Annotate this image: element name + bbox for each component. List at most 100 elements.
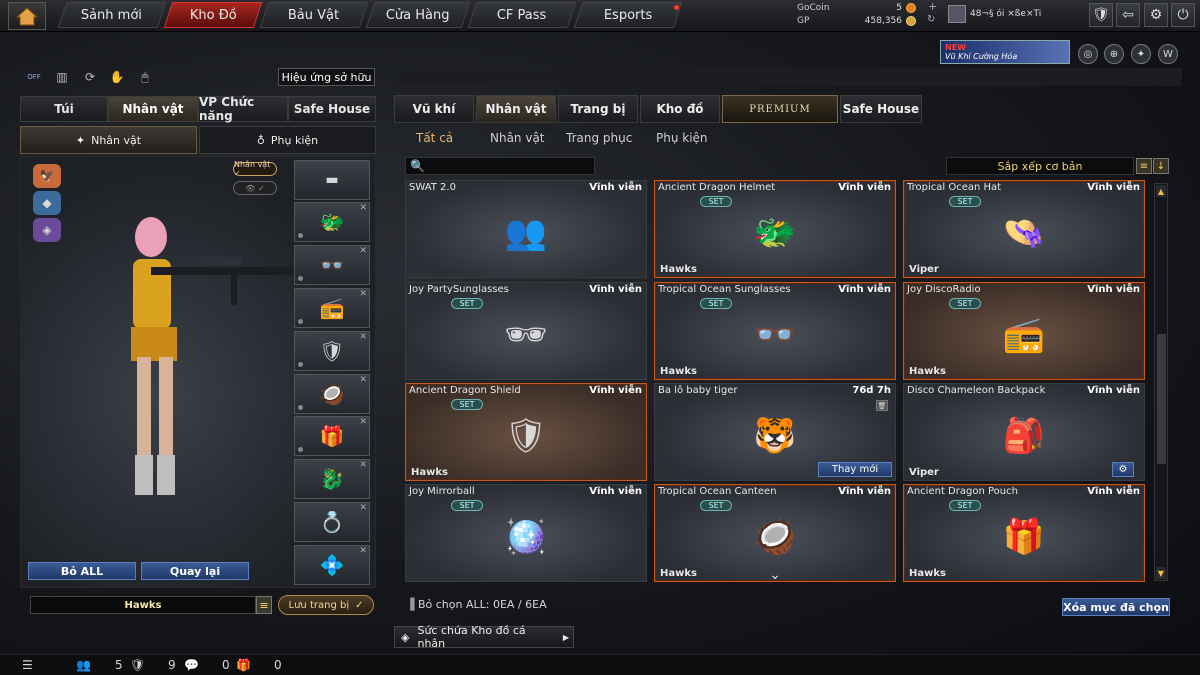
scroll-thumb[interactable]: [1157, 334, 1166, 464]
scroll-down-icon[interactable]: ▼: [1156, 567, 1166, 579]
sort-direction-icon[interactable]: ↓: [1153, 158, 1169, 174]
shield-icon[interactable]: 🛡: [1089, 3, 1113, 27]
nav-tab-cua-hang[interactable]: Cửa Hàng: [365, 2, 471, 28]
visibility-toggle[interactable]: 👁 ✓: [233, 181, 277, 195]
wings-icon[interactable]: W: [1158, 44, 1178, 64]
mouse-icon[interactable]: 🖱: [135, 68, 155, 86]
star-icon[interactable]: ✦: [1131, 44, 1151, 64]
chevron-down-icon[interactable]: ⌄: [769, 567, 781, 581]
off-toggle-icon[interactable]: OFF: [24, 68, 44, 86]
equip-slot[interactable]: ✕ 💍: [294, 502, 370, 542]
right-subtab-tat-ca[interactable]: Tất cả: [416, 130, 453, 146]
close-icon[interactable]: ✕: [359, 332, 367, 342]
close-icon[interactable]: ✕: [359, 375, 367, 385]
left-tab-vp-chuc-nang[interactable]: VP Chức năng: [198, 95, 288, 123]
left-subtab-nhan-vat[interactable]: ✦ Nhân vật: [20, 126, 197, 154]
equip-slot[interactable]: ✕ 🎁: [294, 416, 370, 456]
nav-tab-bau-vat[interactable]: Bảu Vật: [259, 2, 369, 28]
clan-icon[interactable]: ◎: [1078, 44, 1098, 64]
search-input[interactable]: 🔍: [405, 157, 595, 175]
rotate-icon[interactable]: ⟳: [80, 68, 100, 86]
left-subtab-phu-kien[interactable]: ♁ Phụ kiện: [199, 126, 376, 154]
home-button[interactable]: [8, 2, 46, 30]
nav-tab-kho-do[interactable]: Kho Đồ: [163, 2, 263, 28]
right-tab-vu-khi[interactable]: Vũ khí: [394, 95, 474, 123]
right-tab-premium[interactable]: PREMIUM: [722, 95, 838, 123]
equip-slot[interactable]: ✕ 🐲: [294, 202, 370, 242]
close-icon[interactable]: ✕: [359, 289, 367, 299]
stats-icon[interactable]: ▥: [52, 68, 72, 86]
nav-tab-esports[interactable]: Esports: [573, 2, 683, 28]
item-card[interactable]: Tropical Ocean Sunglasses Vĩnh viễn SET 👓 Ha…: [654, 282, 896, 380]
item-card[interactable]: Joy PartySunglasses Vĩnh viễn SET 🕶: [405, 282, 647, 380]
gear-icon[interactable]: ⚙: [1112, 462, 1134, 477]
reset-all-button[interactable]: Bỏ ALL: [28, 562, 136, 580]
preset-menu-icon[interactable]: ≡: [256, 596, 272, 614]
equip-slot[interactable]: ✕ 🥥: [294, 374, 370, 414]
nav-tab-sanh-moi[interactable]: Sảnh mới: [57, 2, 167, 28]
close-icon[interactable]: ✕: [359, 417, 367, 427]
item-scrollbar[interactable]: ▲ ▼: [1154, 183, 1168, 581]
add-gocoin-icon[interactable]: +: [928, 0, 937, 13]
right-tab-kho-do[interactable]: Kho đồ: [640, 95, 720, 123]
right-tab-nhan-vat[interactable]: Nhân vật: [476, 95, 556, 123]
promo-banner[interactable]: NEW Vũ Khí Cường Hóa: [940, 40, 1070, 64]
item-card[interactable]: Disco Chameleon Backpack Vĩnh viễn 🎒 Viper ⚙: [903, 383, 1145, 481]
equip-slot[interactable]: ✕ 👓: [294, 245, 370, 285]
equip-slot[interactable]: ✕ 🐉: [294, 459, 370, 499]
item-card[interactable]: Joy DiscoRadio Vĩnh viễn SET 📻 Hawks: [903, 282, 1145, 380]
left-tab-safe-house[interactable]: Safe House: [288, 96, 376, 122]
chat-icon[interactable]: 💬: [184, 657, 199, 672]
effect-button[interactable]: Hiệu ứng sở hữu: [278, 68, 375, 86]
clear-selected-button[interactable]: Xóa mục đã chọn: [1062, 598, 1170, 616]
item-card[interactable]: Tropical Ocean Canteen Vĩnh viễn SET 🥥 Hawks…: [654, 484, 896, 582]
back-button[interactable]: Quay lại: [141, 562, 249, 580]
blue-team-icon[interactable]: ◆: [33, 191, 61, 215]
item-card[interactable]: Ancient Dragon Shield Vĩnh viễn SET 🛡 Hawks: [405, 383, 647, 481]
close-icon[interactable]: ✕: [359, 203, 367, 213]
nav-tab-cf-pass[interactable]: CF Pass: [467, 2, 577, 28]
equip-slot[interactable]: ✕ 📻: [294, 288, 370, 328]
menu-list-icon[interactable]: ☰: [22, 657, 33, 672]
right-subtab-nhan-vat[interactable]: Nhân vật: [490, 130, 545, 146]
item-card[interactable]: SWAT 2.0 Vĩnh viễn 👥: [405, 180, 647, 278]
item-card[interactable]: Ancient Dragon Pouch Vĩnh viễn SET 🎁 Hawks: [903, 484, 1145, 582]
character-badge[interactable]: Nhân vật ✓: [233, 160, 277, 178]
renew-button[interactable]: Thay mới: [818, 462, 892, 477]
pose-icon[interactable]: ✋: [107, 68, 127, 86]
friends-icon[interactable]: 👥: [76, 657, 91, 672]
preset-name-field[interactable]: Hawks: [30, 596, 256, 614]
gift-icon[interactable]: 🎁: [236, 657, 251, 672]
left-tab-nhan-vat[interactable]: Nhân vật: [108, 96, 198, 122]
item-card[interactable]: Ba lô baby tiger 76d 7h 🐯 🗑 Thay mới: [654, 383, 896, 481]
sort-dropdown[interactable]: Sắp xếp cơ bản: [946, 157, 1134, 175]
save-loadout-button[interactable]: Lưu trang bị ✓: [278, 595, 374, 615]
close-icon[interactable]: ✕: [359, 460, 367, 470]
viper-team-icon[interactable]: ◈: [33, 218, 61, 242]
item-card[interactable]: Ancient Dragon Helmet Vĩnh viễn SET 🐲 Hawks: [654, 180, 896, 278]
right-subtab-trang-phuc[interactable]: Trang phục: [566, 130, 632, 146]
storage-capacity-button[interactable]: ◈ Sức chứa Kho đồ cá nhân ▶: [394, 624, 574, 650]
hawks-team-icon[interactable]: 🦅: [33, 164, 61, 188]
gear-icon[interactable]: ⚙: [1144, 3, 1168, 27]
right-tab-trang-bi[interactable]: Trang bị: [558, 95, 638, 123]
right-subtab-phu-kien[interactable]: Phụ kiện: [656, 130, 708, 146]
item-card[interactable]: Tropical Ocean Hat Vĩnh viễn SET 👒 Viper: [903, 180, 1145, 278]
trash-icon[interactable]: 🗑: [876, 400, 888, 411]
right-tab-safe-house[interactable]: Safe House: [840, 95, 922, 123]
item-card[interactable]: Joy Mirrorball Vĩnh viễn SET 🪩: [405, 484, 647, 582]
equip-slot[interactable]: ✕ 💠: [294, 545, 370, 585]
sort-list-icon[interactable]: ≡: [1136, 158, 1152, 174]
scroll-up-icon[interactable]: ▲: [1156, 185, 1166, 197]
target-icon[interactable]: ⊕: [1104, 44, 1124, 64]
left-tab-tui[interactable]: Túi: [20, 96, 108, 122]
clan-status-icon[interactable]: 🛡: [130, 657, 145, 672]
close-icon[interactable]: ✕: [359, 546, 367, 556]
close-icon[interactable]: ✕: [359, 246, 367, 256]
equip-slot[interactable]: ✕ 🛡: [294, 331, 370, 371]
refresh-icon[interactable]: ↻: [927, 14, 935, 25]
exit-icon[interactable]: ⇦: [1116, 3, 1140, 27]
close-icon[interactable]: ✕: [359, 503, 367, 513]
equip-slot-weapon[interactable]: ▬: [294, 160, 370, 200]
power-icon[interactable]: ⏻: [1171, 3, 1195, 27]
